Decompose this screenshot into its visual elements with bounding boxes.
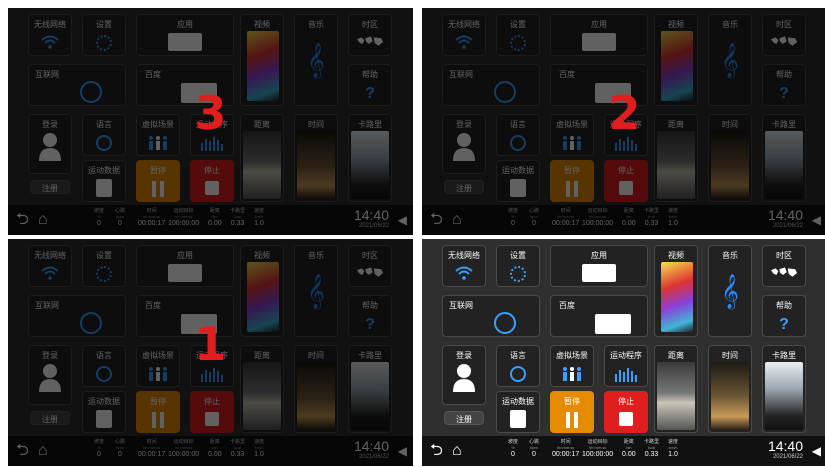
runner-photo — [711, 362, 749, 430]
bar-chart-icon — [615, 368, 637, 382]
tile-calories[interactable]: 卡路里 — [762, 345, 806, 433]
pause-icon — [566, 412, 578, 428]
tile-virtual-scene[interactable]: 虚拟场景 — [550, 345, 594, 387]
countdown-number: 1 — [194, 317, 227, 371]
tile-internet[interactable]: 互联网 — [442, 295, 540, 337]
pause-button[interactable]: 暂停 — [550, 391, 594, 433]
globe-icon — [494, 312, 516, 334]
stat-value: 0 — [511, 451, 515, 458]
data-sheet-icon — [510, 410, 526, 428]
help-icon: ? — [779, 316, 789, 333]
tile-label: 语言 — [510, 351, 526, 360]
tile-label: 百度 — [559, 301, 575, 310]
world-map-icon — [770, 267, 798, 277]
tile-label: 虚拟场景 — [556, 351, 588, 360]
tile-login[interactable]: 登录 — [442, 345, 486, 405]
apps-icon — [582, 264, 616, 282]
stat-item: 坡度%0 — [508, 439, 518, 459]
tile-label: 无线网络 — [448, 251, 480, 260]
language-globe-icon — [510, 366, 526, 382]
stat-value: 100:00:00 — [582, 451, 614, 458]
volume-icon[interactable]: ◀ — [812, 444, 821, 458]
gear-icon — [510, 266, 526, 282]
tile-label: 时区 — [776, 251, 792, 260]
stat-value: 0.33 — [644, 451, 659, 458]
tile-settings[interactable]: 设置 — [496, 245, 540, 287]
tile-sport-data[interactable]: 运动数据 — [496, 391, 540, 433]
tile-label: 帮助 — [776, 301, 792, 310]
user-avatar-icon — [453, 364, 475, 392]
countdown-screen: 无线网络 设置 应用 视频 音乐 𝄞 时区 互联网 百度 帮助 ? — [8, 239, 413, 466]
register-label: 注册 — [456, 415, 472, 424]
countdown-number: 3 — [194, 86, 227, 140]
tile-label: 互联网 — [449, 301, 473, 310]
tile-program[interactable]: 运动程序 — [604, 345, 648, 387]
tile-label: 暂停 — [564, 397, 580, 406]
tile-label: 运动数据 — [502, 397, 534, 406]
stat-item: 速度km/h1.0 — [668, 439, 678, 459]
stat-value: 0 — [532, 451, 536, 458]
stat-item: 时间hh:mm:ss00:00:17 — [552, 439, 579, 459]
tile-music[interactable]: 音乐 𝄞 — [708, 245, 752, 337]
stat-value: 1.0 — [668, 451, 678, 458]
tile-distance[interactable]: 距离 — [654, 345, 698, 433]
stat-item: 心跳bpm0 — [529, 439, 539, 459]
clock-time: 14:40 — [767, 438, 803, 454]
wifi-icon — [455, 266, 473, 280]
tile-label: 时间 — [722, 351, 738, 360]
back-icon[interactable]: ⮌ — [430, 442, 443, 460]
tile-language[interactable]: 语言 — [496, 345, 540, 387]
dashboard-screen: 无线网络 设置 应用 视频 音乐 𝄞 时区 互联网 百度 帮助 ? 登录 注册 … — [422, 239, 825, 466]
tile-label: 应用 — [591, 251, 607, 260]
tile-label: 登录 — [456, 351, 472, 360]
tile-label: 设置 — [510, 251, 526, 260]
stat-value: 0.00 — [622, 451, 636, 458]
stat-item: 距离km0.00 — [622, 439, 636, 459]
tile-label: 运动程序 — [610, 351, 642, 360]
stat-item: 运动目标hh:mm:ss100:00:00 — [582, 439, 613, 459]
register-button[interactable]: 注册 — [444, 411, 484, 425]
tile-apps[interactable]: 应用 — [550, 245, 648, 287]
music-note-icon: 𝄞 — [721, 275, 739, 308]
tile-baidu[interactable]: 百度 — [550, 295, 648, 337]
stat-value: 00:00:17 — [552, 451, 580, 458]
tile-timezone[interactable]: 时区 — [762, 245, 806, 287]
status-bar: ⮌ ⌂ 坡度%0 心跳bpm0 时间hh:mm:ss00:00:17运动目标hh:m… — [422, 436, 825, 466]
countdown-number: 2 — [608, 86, 641, 140]
stop-button[interactable]: 停止 — [604, 391, 648, 433]
countdown-screen: 无线网络 设置 应用 视频 音乐 𝄞 时区 互联网 百度 帮助 ? — [8, 8, 413, 235]
road-photo — [657, 362, 695, 430]
home-icon[interactable]: ⌂ — [452, 442, 462, 460]
countdown-screen: 无线网络 设置 应用 视频 音乐 𝄞 时区 互联网 百度 帮助 ? — [422, 8, 825, 235]
tile-help[interactable]: 帮助 ? — [762, 295, 806, 337]
tile-label: 停止 — [618, 397, 634, 406]
tile-wifi[interactable]: 无线网络 — [442, 245, 486, 287]
browser-icon — [595, 314, 631, 334]
tile-label: 距离 — [668, 351, 684, 360]
stop-icon — [619, 412, 633, 426]
tile-video[interactable]: 视频 — [654, 245, 698, 337]
tile-label: 卡路里 — [772, 351, 796, 360]
tile-time[interactable]: 时间 — [708, 345, 752, 433]
stat-item: 卡路里kcal0.33 — [644, 439, 659, 459]
video-icon — [661, 262, 693, 332]
tile-label: 音乐 — [722, 251, 738, 260]
calorie-photo — [765, 362, 803, 430]
runners-icon — [563, 367, 581, 381]
clock-date: 2021/06/22 — [772, 454, 803, 460]
tile-label: 视频 — [668, 251, 684, 260]
